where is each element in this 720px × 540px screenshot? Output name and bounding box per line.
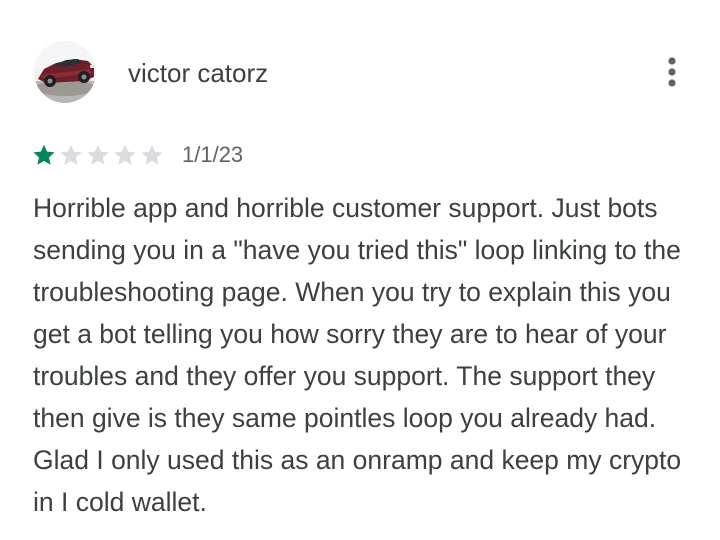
more-options-button[interactable] bbox=[652, 52, 692, 92]
star-empty-icon bbox=[112, 142, 138, 168]
star-empty-icon bbox=[85, 142, 111, 168]
rating-row: 1/1/23 bbox=[31, 140, 243, 170]
review-text: Horrible app and horrible customer suppo… bbox=[33, 193, 682, 517]
star-filled-icon bbox=[31, 142, 57, 168]
review-date: 1/1/23 bbox=[182, 142, 244, 167]
review-card: victor catorz 1/1/23 Horrible app and ho… bbox=[0, 0, 720, 540]
more-vertical-icon bbox=[668, 57, 676, 87]
star-rating bbox=[31, 142, 166, 168]
star-empty-icon bbox=[58, 142, 84, 168]
author-avatar[interactable] bbox=[34, 41, 96, 103]
car-photo-avatar-icon bbox=[34, 41, 96, 103]
author-name: victor catorz bbox=[128, 58, 269, 88]
star-empty-icon bbox=[139, 142, 165, 168]
